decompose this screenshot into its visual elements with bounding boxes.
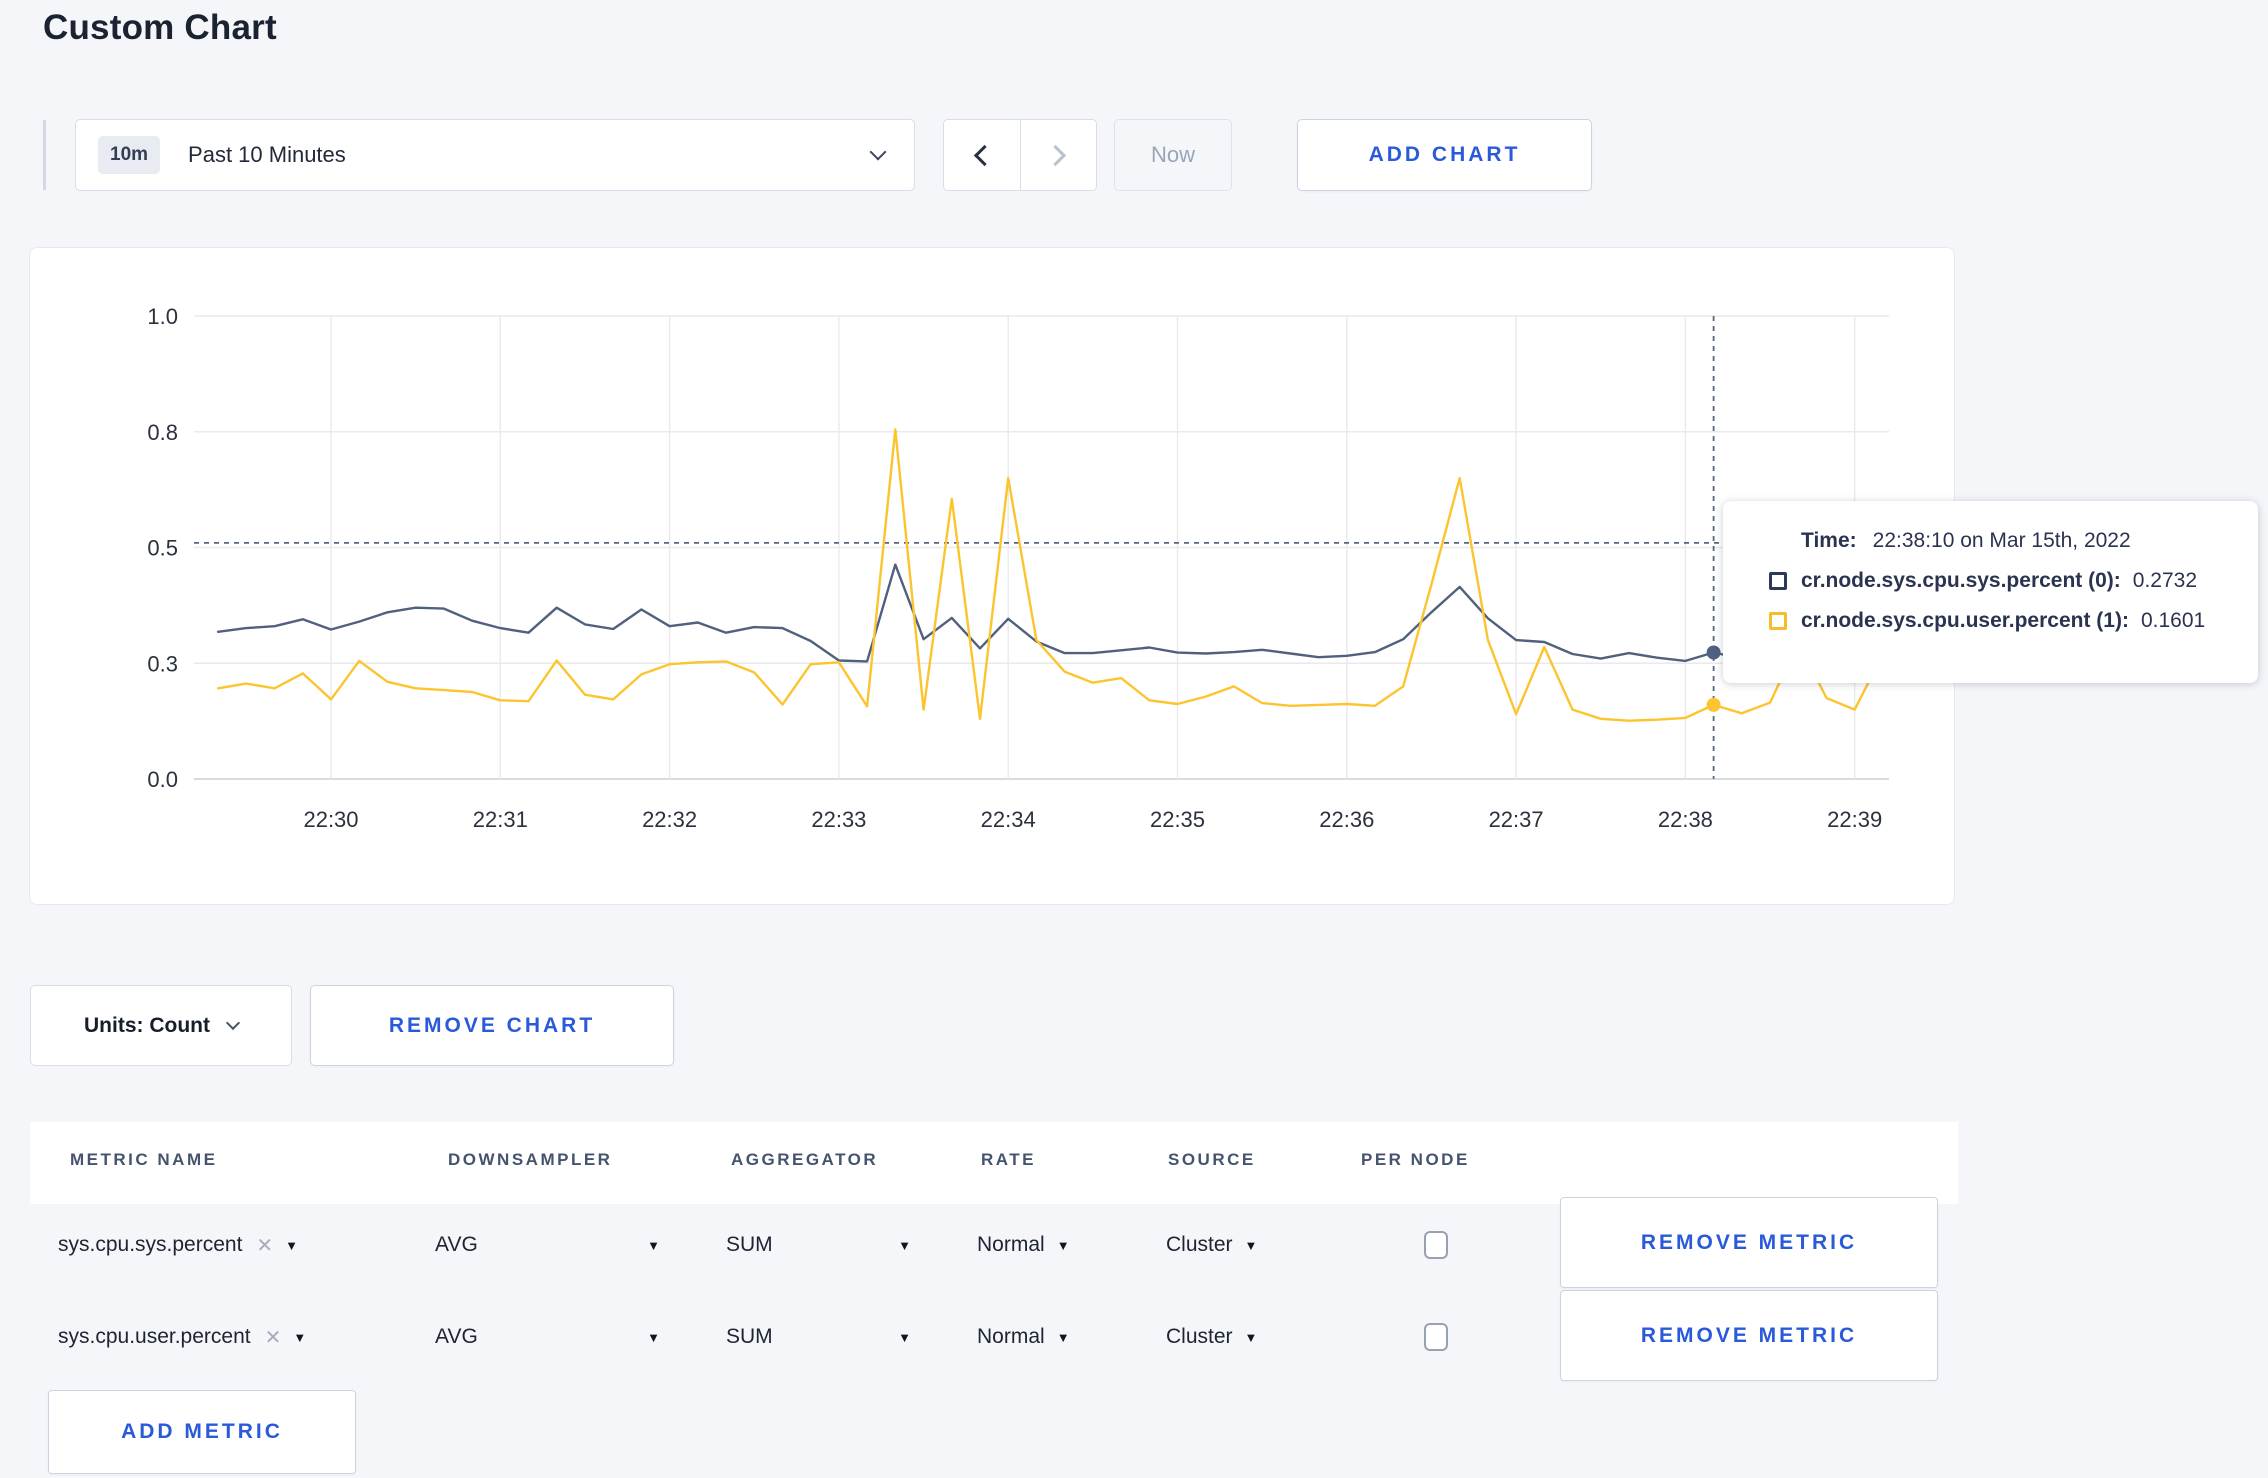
- col-header-metric-name: METRIC NAME: [70, 1150, 218, 1169]
- chart-grid: [194, 315, 1889, 780]
- prev-time-button[interactable]: [944, 120, 1021, 190]
- remove-chart-button[interactable]: REMOVE CHART: [310, 985, 674, 1066]
- aggregator-value: SUM: [726, 1233, 773, 1256]
- chart-card: 0.0 0.3 0.5 0.8 1.0 22:30 22:31 22:32 22:33 22:34…: [29, 247, 1955, 905]
- tooltip-series-value: 0.1601: [2140, 609, 2206, 632]
- svg-text:22:39: 22:39: [1827, 807, 1882, 832]
- aggregator-select[interactable]: SUM ▼: [726, 1222, 911, 1268]
- tooltip-series-name: cr.node.sys.cpu.sys.percent (0):: [1801, 569, 2121, 592]
- rate-select[interactable]: Normal ▼: [977, 1222, 1070, 1268]
- dropdown-arrow-icon[interactable]: ▼: [293, 1330, 306, 1345]
- chevron-right-icon: [1044, 144, 1066, 166]
- svg-text:22:30: 22:30: [303, 807, 358, 832]
- dropdown-arrow-icon[interactable]: ▼: [285, 1238, 298, 1253]
- downsampler-value: AVG: [435, 1325, 478, 1348]
- chevron-down-icon: [869, 143, 887, 161]
- col-header-aggregator: AGGREGATOR: [731, 1150, 879, 1169]
- cpu-percent-line-chart[interactable]: 0.0 0.3 0.5 0.8 1.0 22:30 22:31 22:32 22:33 22:34…: [30, 248, 1956, 906]
- dropdown-arrow-icon: ▼: [1056, 1329, 1070, 1345]
- chart-series-lines: [216, 428, 1885, 722]
- rate-value: Normal: [977, 1325, 1045, 1348]
- clear-metric-icon[interactable]: ✕: [256, 1233, 273, 1258]
- units-label: Units: Count: [84, 1013, 210, 1037]
- downsampler-select[interactable]: AVG ▼: [435, 1222, 660, 1268]
- clear-metric-icon[interactable]: ✕: [265, 1325, 282, 1350]
- source-select[interactable]: Cluster ▼: [1166, 1222, 1257, 1268]
- col-header-source: SOURCE: [1168, 1150, 1256, 1169]
- custom-chart-page: Custom Chart 10m Past 10 Minutes Now ADD…: [0, 0, 2268, 1478]
- metric-name-select[interactable]: sys.cpu.user.percent ✕ ▼: [58, 1314, 306, 1360]
- units-select[interactable]: Units: Count: [30, 985, 292, 1066]
- svg-text:22:31: 22:31: [473, 807, 528, 832]
- dropdown-arrow-icon: ▼: [1244, 1237, 1258, 1253]
- svg-text:22:34: 22:34: [981, 807, 1036, 832]
- rate-value: Normal: [977, 1233, 1045, 1256]
- tooltip-series-row: cr.node.sys.cpu.user.percent (1): 0.1601: [1769, 609, 2238, 633]
- per-node-checkbox[interactable]: [1424, 1323, 1448, 1351]
- rate-select[interactable]: Normal ▼: [977, 1314, 1070, 1360]
- metric-name-value: sys.cpu.sys.percent: [58, 1233, 243, 1256]
- source-select[interactable]: Cluster ▼: [1166, 1314, 1257, 1360]
- svg-text:22:36: 22:36: [1319, 807, 1374, 832]
- downsampler-value: AVG: [435, 1233, 478, 1256]
- chart-tooltip: Time: 22:38:10 on Mar 15th, 2022 cr.node.…: [1723, 501, 2258, 683]
- aggregator-value: SUM: [726, 1325, 773, 1348]
- tooltip-series-name: cr.node.sys.cpu.user.percent (1):: [1801, 609, 2129, 632]
- tooltip-time-row: Time: 22:38:10 on Mar 15th, 2022: [1801, 529, 2238, 553]
- toolbar-divider: [43, 120, 46, 190]
- time-range-select[interactable]: 10m Past 10 Minutes: [75, 119, 915, 191]
- aggregator-select[interactable]: SUM ▼: [726, 1314, 911, 1360]
- svg-text:0.3: 0.3: [147, 651, 178, 676]
- chevron-down-icon: [225, 1015, 241, 1031]
- time-scale-badge: 10m: [98, 136, 161, 174]
- downsampler-select[interactable]: AVG ▼: [435, 1314, 660, 1360]
- svg-text:1.0: 1.0: [147, 304, 178, 329]
- tooltip-time-value: 22:38:10 on Mar 15th, 2022: [1872, 529, 2131, 552]
- svg-text:22:33: 22:33: [811, 807, 866, 832]
- time-range-label: Past 10 Minutes: [188, 142, 346, 167]
- now-button[interactable]: Now: [1114, 119, 1232, 191]
- tooltip-series-value: 0.2732: [2132, 569, 2198, 592]
- add-chart-button[interactable]: ADD CHART: [1297, 119, 1592, 191]
- metrics-table-header: METRIC NAME DOWNSAMPLER AGGREGATOR RATE …: [30, 1122, 1958, 1204]
- svg-text:22:38: 22:38: [1658, 807, 1713, 832]
- dropdown-arrow-icon: ▼: [1244, 1329, 1258, 1345]
- add-metric-button[interactable]: ADD METRIC: [48, 1390, 356, 1474]
- chevron-left-icon: [974, 144, 996, 166]
- svg-text:22:35: 22:35: [1150, 807, 1205, 832]
- svg-text:0.8: 0.8: [147, 420, 178, 445]
- tooltip-time-label: Time:: [1801, 529, 1857, 552]
- col-header-rate: RATE: [981, 1150, 1037, 1169]
- svg-text:0.0: 0.0: [147, 767, 178, 792]
- dropdown-arrow-icon: ▼: [1056, 1237, 1070, 1253]
- remove-metric-button[interactable]: REMOVE METRIC: [1560, 1290, 1938, 1381]
- sys-percent-legend-swatch-icon: [1769, 572, 1787, 590]
- page-title: Custom Chart: [43, 8, 277, 47]
- metric-name-value: sys.cpu.user.percent: [58, 1325, 251, 1348]
- tooltip-series-row: cr.node.sys.cpu.sys.percent (0): 0.2732: [1769, 569, 2238, 593]
- svg-text:22:37: 22:37: [1489, 807, 1544, 832]
- chart-axis-labels: 0.0 0.3 0.5 0.8 1.0 22:30 22:31 22:32 22:33 22:34…: [147, 304, 1882, 832]
- time-step-buttons: [943, 119, 1097, 191]
- remove-metric-button[interactable]: REMOVE METRIC: [1560, 1197, 1938, 1288]
- dropdown-arrow-icon: ▼: [647, 1237, 660, 1253]
- svg-text:22:32: 22:32: [642, 807, 697, 832]
- user-percent-legend-swatch-icon: [1769, 612, 1787, 630]
- next-time-button[interactable]: [1021, 120, 1097, 190]
- col-header-per-node: PER NODE: [1361, 1150, 1470, 1169]
- dropdown-arrow-icon: ▼: [898, 1329, 911, 1345]
- col-header-downsampler: DOWNSAMPLER: [448, 1150, 613, 1169]
- dropdown-arrow-icon: ▼: [647, 1329, 660, 1345]
- source-value: Cluster: [1166, 1325, 1233, 1348]
- source-value: Cluster: [1166, 1233, 1233, 1256]
- metric-name-select[interactable]: sys.cpu.sys.percent ✕ ▼: [58, 1222, 298, 1268]
- svg-text:0.5: 0.5: [147, 536, 178, 561]
- per-node-checkbox[interactable]: [1424, 1231, 1448, 1259]
- dropdown-arrow-icon: ▼: [898, 1237, 911, 1253]
